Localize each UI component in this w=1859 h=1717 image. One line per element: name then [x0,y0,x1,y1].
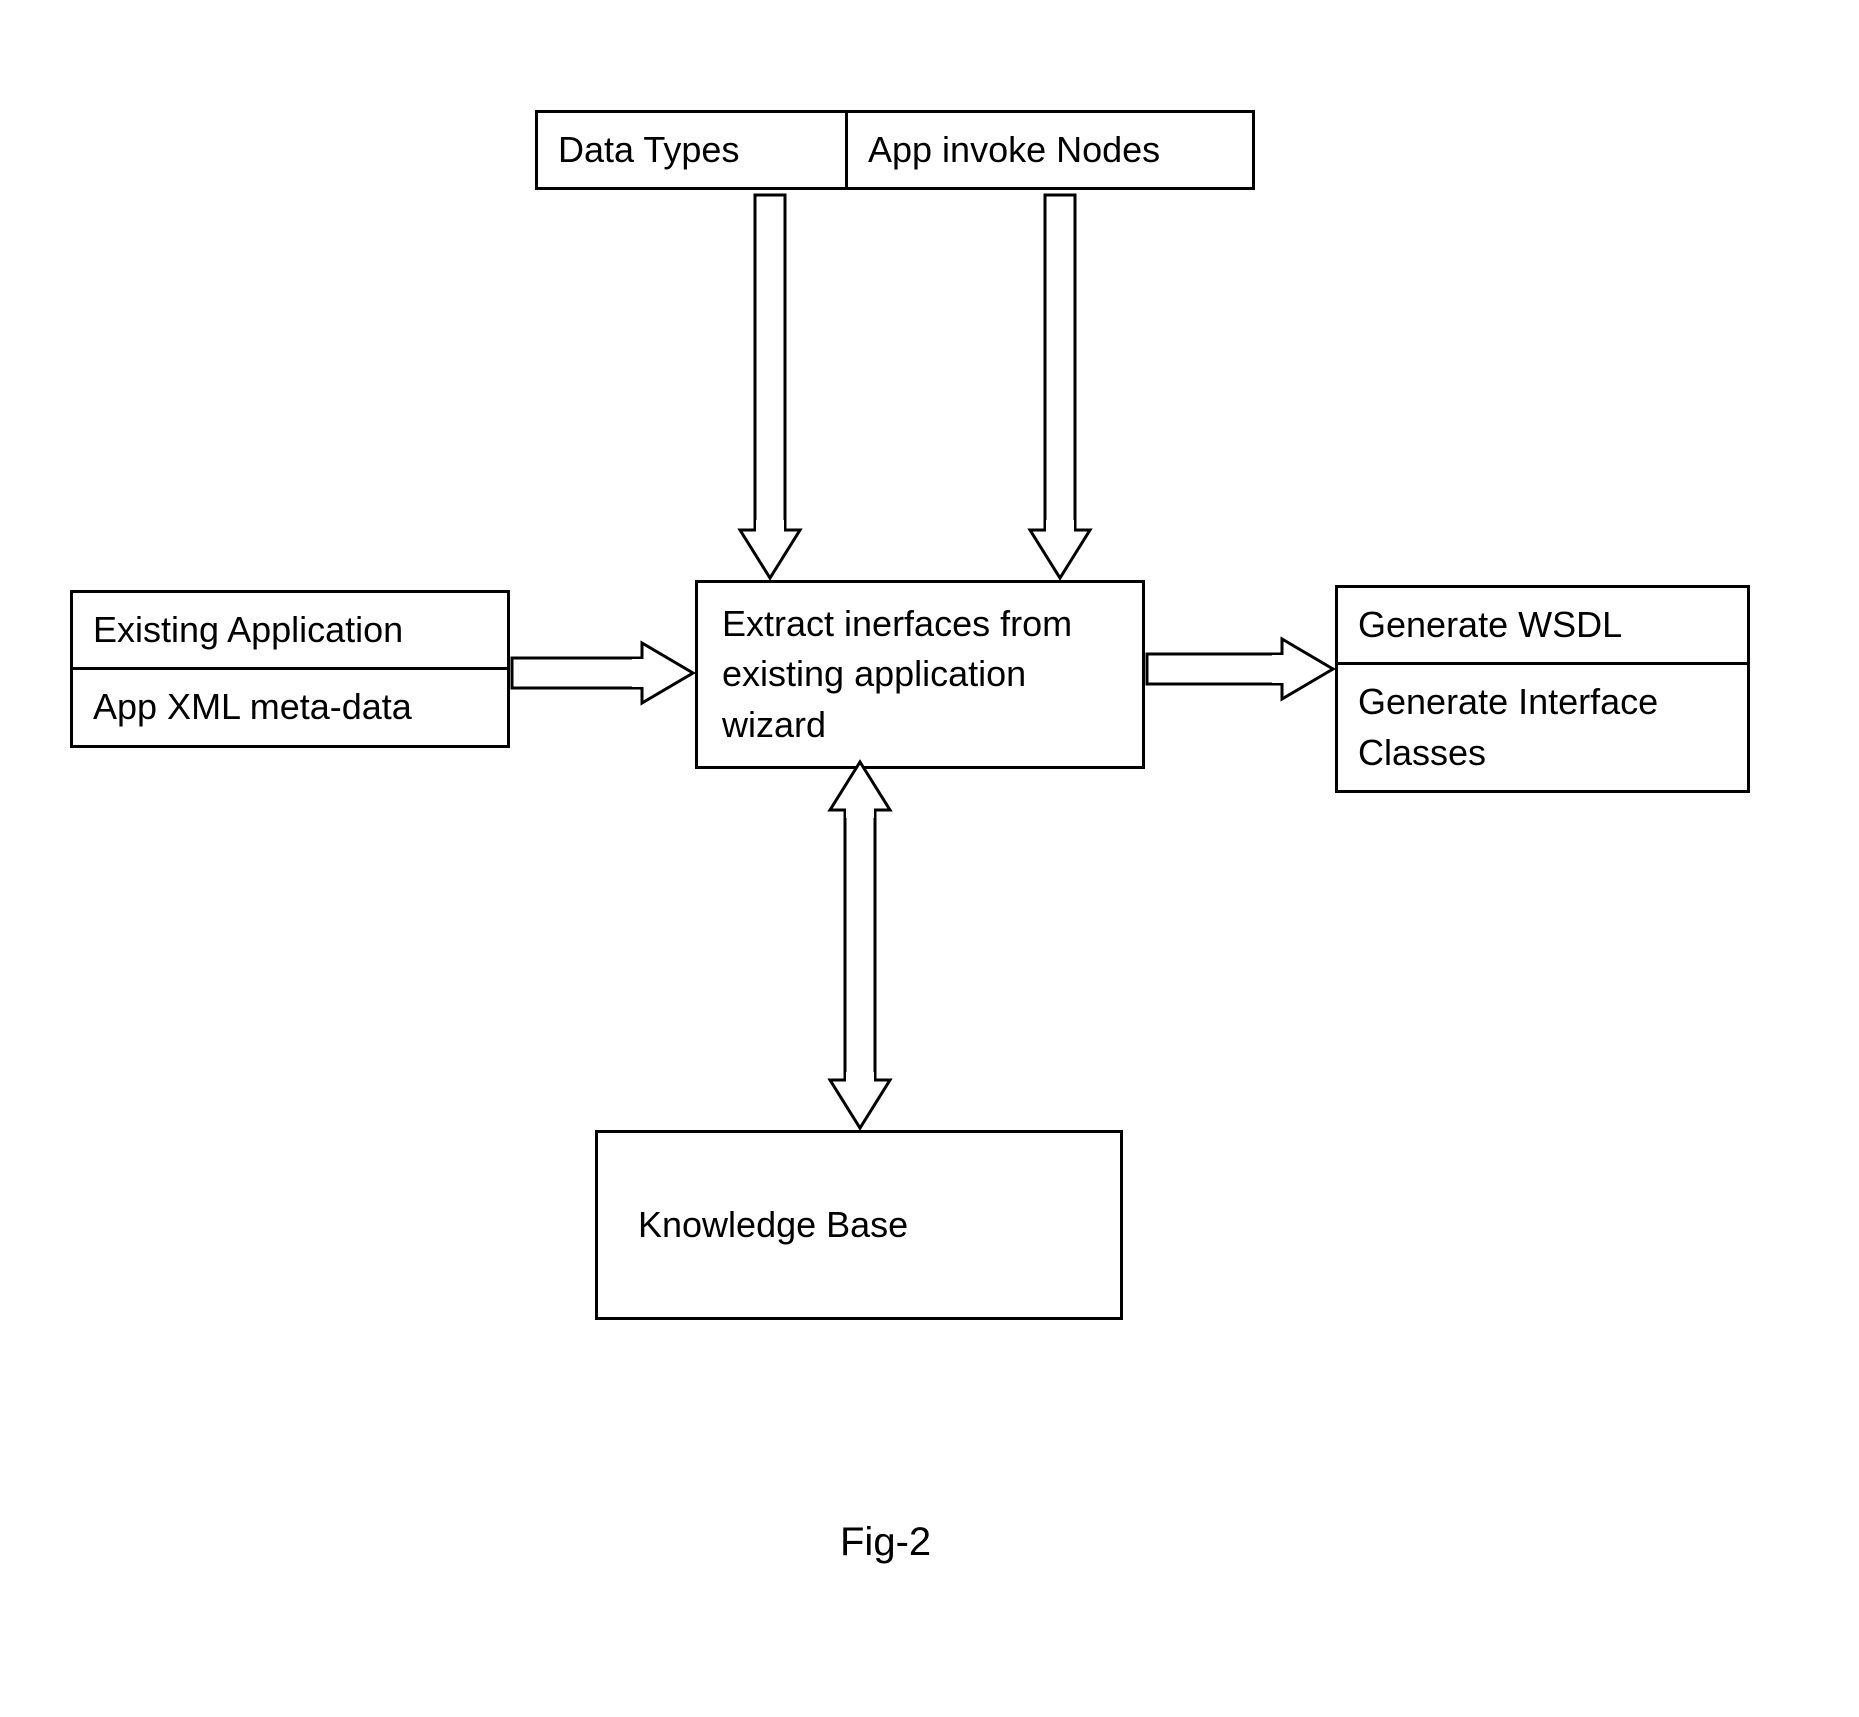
app-invoke-nodes-label: App invoke Nodes [868,129,1160,170]
app-xml-metadata-cell: App XML meta-data [73,670,507,744]
arrows-svg [0,0,1859,1717]
generate-interface-classes-cell: Generate Interface Classes [1338,665,1747,790]
left-box: Existing Application App XML meta-data [70,590,510,748]
arrow-left-to-center-icon [512,643,693,703]
arrow-appinvoke-down-icon [1030,195,1090,578]
knowledge-base-label: Knowledge Base [638,1204,908,1245]
data-types-cell: Data Types [538,113,848,187]
caption-text: Fig-2 [840,1520,931,1564]
app-xml-metadata-label: App XML meta-data [93,686,412,727]
figure-caption: Fig-2 [840,1520,931,1565]
arrow-center-bottom-double-icon [830,762,890,1128]
knowledge-base-cell: Knowledge Base [598,1188,928,1262]
generate-interface-classes-label: Generate Interface Classes [1358,681,1658,772]
existing-application-cell: Existing Application [73,593,507,670]
existing-application-label: Existing Application [93,609,403,650]
center-label: Extract inerfaces from existing applicat… [722,603,1072,745]
generate-wsdl-cell: Generate WSDL [1338,588,1747,665]
app-invoke-nodes-cell: App invoke Nodes [848,113,1252,187]
center-box: Extract inerfaces from existing applicat… [695,580,1145,769]
arrow-center-to-right-icon [1147,639,1333,699]
top-box: Data Types App invoke Nodes [535,110,1255,190]
center-cell: Extract inerfaces from existing applicat… [698,583,1142,766]
right-box: Generate WSDL Generate Interface Classes [1335,585,1750,793]
arrow-datatypes-down-icon [740,195,800,578]
bottom-box: Knowledge Base [595,1130,1123,1320]
generate-wsdl-label: Generate WSDL [1358,604,1622,645]
data-types-label: Data Types [558,129,739,170]
